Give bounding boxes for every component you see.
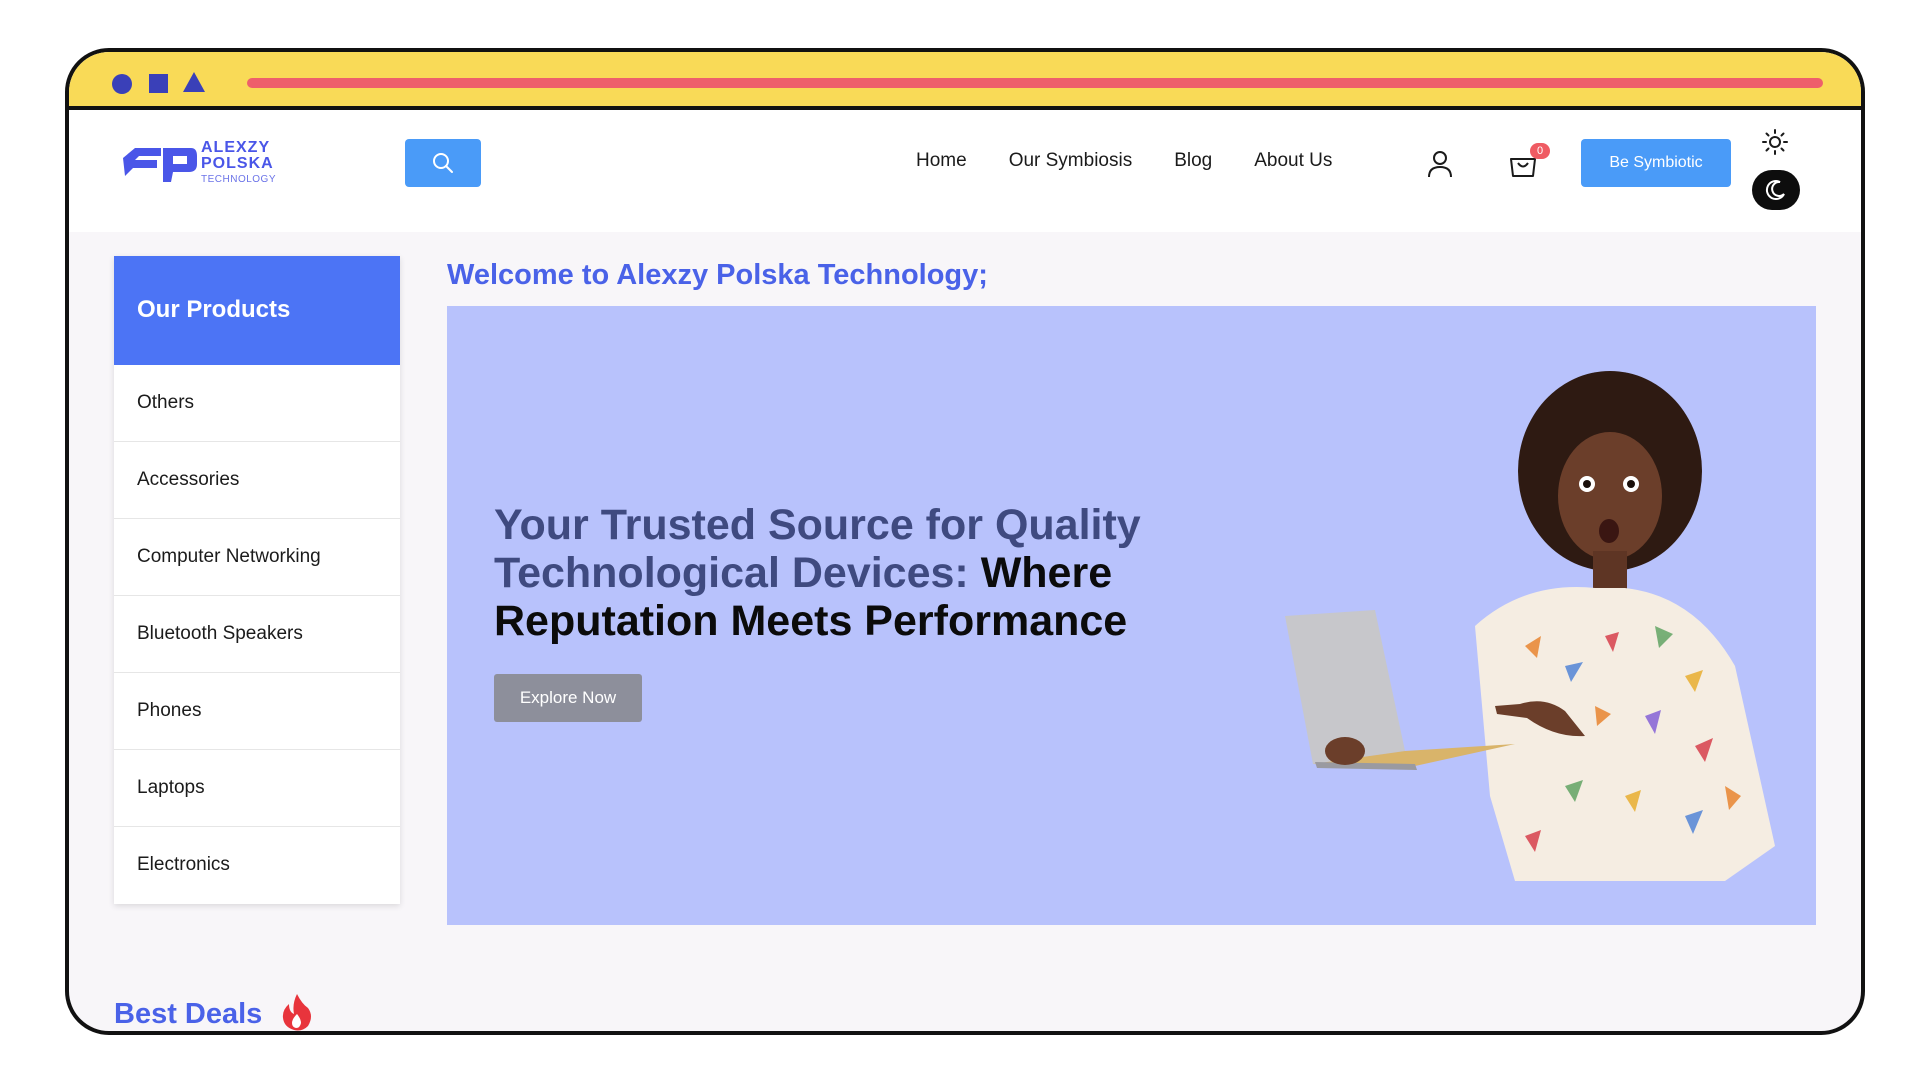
browser-frame: ALEXZY POLSKA TECHNOLOGY Home Our Symbio…	[65, 48, 1865, 1035]
best-deals-heading: Best Deals	[114, 998, 263, 1030]
user-icon[interactable]	[1424, 148, 1456, 180]
dark-mode-toggle[interactable]	[1752, 170, 1800, 210]
logo-line2: POLSKA	[201, 155, 274, 172]
welcome-heading: Welcome to Alexzy Polska Technology;	[447, 259, 988, 291]
search-button[interactable]	[405, 139, 481, 187]
be-symbiotic-button[interactable]: Be Symbiotic	[1581, 139, 1731, 187]
nav-link-home[interactable]: Home	[916, 150, 967, 172]
sidebar-item-phones[interactable]: Phones	[114, 673, 400, 750]
product-categories-sidebar: Our Products Others Accessories Computer…	[114, 256, 400, 904]
sidebar-item-computer-networking[interactable]: Computer Networking	[114, 519, 400, 596]
hero-title: Your Trusted Source for Quality Technolo…	[494, 501, 1174, 645]
sidebar-item-electronics[interactable]: Electronics	[114, 827, 400, 904]
logo-line3: TECHNOLOGY	[201, 174, 277, 185]
hero-woman-laptop-image	[1285, 371, 1775, 881]
triangle-shape-icon	[183, 72, 205, 92]
logo-line1: ALEXZY	[201, 139, 271, 156]
explore-now-button[interactable]: Explore Now	[494, 674, 642, 722]
nav-link-blog[interactable]: Blog	[1174, 150, 1212, 172]
site-header: ALEXZY POLSKA TECHNOLOGY Home Our Symbio…	[69, 110, 1861, 232]
sidebar-item-bluetooth-speakers[interactable]: Bluetooth Speakers	[114, 596, 400, 673]
hero-banner: Your Trusted Source for Quality Technolo…	[447, 306, 1816, 925]
cart-count-badge: 0	[1530, 143, 1550, 159]
sidebar-item-others[interactable]: Others	[114, 365, 400, 442]
address-bar	[247, 78, 1823, 88]
logo-text: ALEXZY POLSKA TECHNOLOGY	[201, 140, 276, 188]
nav-link-about-us[interactable]: About Us	[1254, 150, 1332, 172]
sidebar-item-accessories[interactable]: Accessories	[114, 442, 400, 519]
window-chrome	[69, 52, 1861, 110]
nav-link-our-symbiosis[interactable]: Our Symbiosis	[1009, 150, 1133, 172]
square-shape-icon	[149, 74, 168, 93]
sidebar-title: Our Products	[114, 256, 400, 365]
main-nav: Home Our Symbiosis Blog About Us	[916, 150, 1332, 172]
logo-mark-icon	[123, 148, 197, 182]
sidebar-item-laptops[interactable]: Laptops	[114, 750, 400, 827]
circle-shape-icon	[112, 74, 132, 94]
search-icon	[433, 153, 453, 173]
fire-icon	[282, 994, 311, 1031]
logo[interactable]: ALEXZY POLSKA TECHNOLOGY	[121, 140, 281, 195]
sun-icon[interactable]	[1761, 128, 1789, 156]
moon-icon	[1765, 180, 1785, 201]
